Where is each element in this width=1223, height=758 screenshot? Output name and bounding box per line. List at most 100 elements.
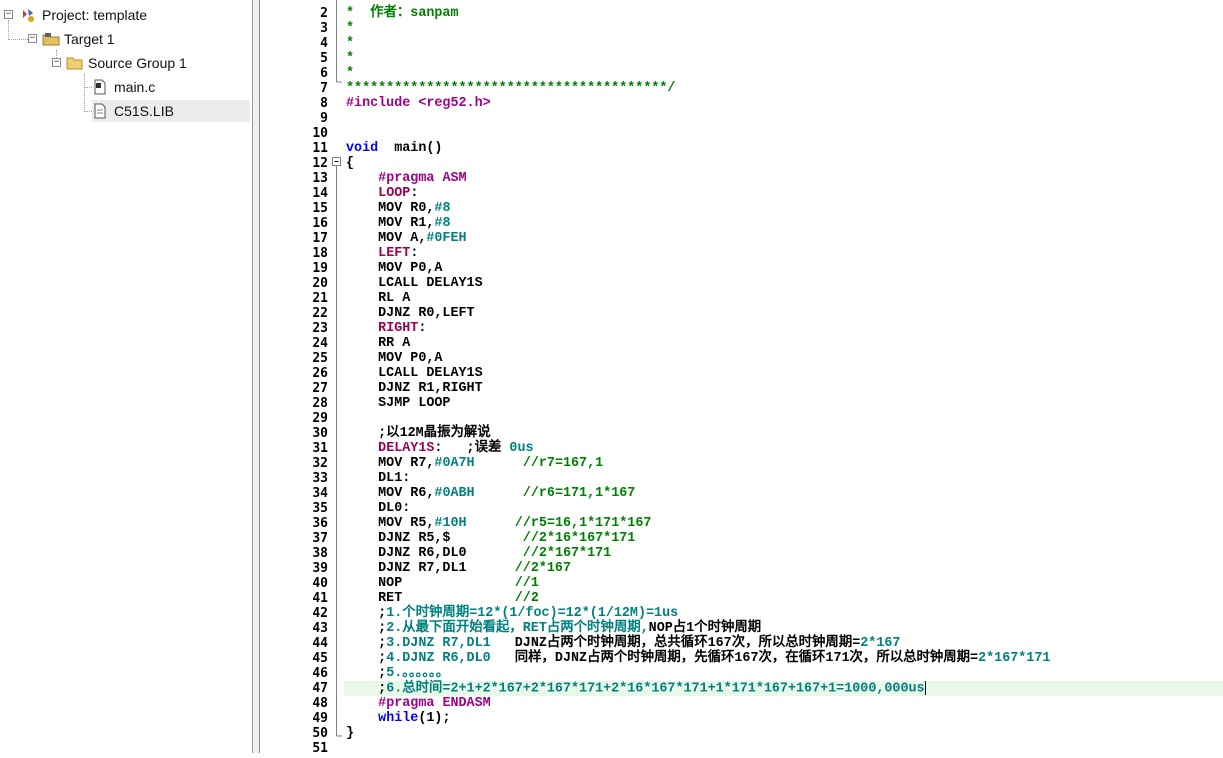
code-line[interactable]: #pragma ASM [346, 171, 466, 186]
collapse-group-toggle[interactable]: − [52, 58, 61, 67]
line-number: 5 [320, 51, 328, 66]
code-token: 5.。。。。。。 [386, 666, 450, 681]
code-line[interactable]: SJMP LOOP [346, 396, 450, 411]
code-token: //2*167 [514, 561, 571, 576]
line-number: 33 [312, 471, 328, 486]
code-line[interactable]: * [346, 66, 354, 81]
code-token: LCALL DELAY1S [346, 366, 483, 381]
code-line[interactable]: ;3.DJNZ R7,DL1 DJNZ占两个时钟周期，总共循环167次，所以总时… [346, 636, 900, 651]
code-token: { [346, 156, 355, 171]
code-line[interactable]: * [346, 21, 354, 36]
code-line[interactable]: MOV R6,#0ABH //r6=171,1*167 [346, 486, 635, 501]
code-line[interactable]: ;1.个时钟周期=12*(1/foc)=12*(1/12M)=1us [346, 606, 678, 621]
code-line[interactable]: ;以12M晶振为解说 [346, 426, 491, 441]
code-token: DL0: [346, 501, 411, 516]
tree-file-main-c[interactable]: main.c [92, 76, 155, 98]
code-line[interactable]: RET //2 [346, 591, 539, 606]
line-number: 51 [312, 741, 328, 756]
line-number: 35 [312, 501, 328, 516]
code-line[interactable]: * 作者：sanpam [346, 6, 459, 21]
text-caret [924, 681, 926, 695]
code-line[interactable]: DL0: [346, 501, 410, 516]
code-line[interactable]: MOV R1,#8 [346, 216, 450, 231]
code-token: ; [346, 681, 387, 697]
current-code-line[interactable]: ;6.总时间=2+1+2*167+2*167*171+2*16*167*171+… [344, 681, 1223, 697]
code-token: RIGHT [378, 321, 419, 336]
line-number: 32 [312, 456, 328, 471]
line-number: 7 [320, 81, 328, 96]
line-number: 18 [312, 246, 328, 261]
line-number: 29 [312, 411, 328, 426]
code-line[interactable]: } [346, 726, 354, 741]
code-line[interactable]: DL1: [346, 471, 410, 486]
project-icon [20, 7, 36, 23]
code-token: void [346, 141, 379, 156]
code-token: //2*16*167*171 [522, 531, 636, 546]
code-token: #8 [434, 201, 451, 216]
tree-project[interactable]: Project: template [20, 4, 147, 26]
code-token: #10H [434, 516, 467, 531]
code-line[interactable]: void main() [346, 141, 442, 156]
tree-file-c51s-lib[interactable]: C51S.LIB [92, 100, 250, 122]
line-number: 28 [312, 396, 328, 411]
target-folder-icon [42, 31, 60, 47]
code-line[interactable]: MOV R0,#8 [346, 201, 450, 216]
code-line[interactable]: MOV P0,A [346, 261, 442, 276]
code-line[interactable]: MOV A,#0FEH [346, 231, 466, 246]
code-line[interactable]: while(1); [346, 711, 450, 726]
code-line[interactable]: ;5.。。。。。。 [346, 666, 449, 681]
code-token: MOV A, [346, 231, 427, 246]
code-line[interactable]: ****************************************… [346, 81, 675, 96]
collapse-project-toggle[interactable]: − [4, 10, 13, 19]
code-line[interactable]: DJNZ R1,RIGHT [346, 381, 482, 396]
code-line[interactable]: DJNZ R5,$ //2*16*167*171 [346, 531, 635, 546]
code-token: //r5=16,1*171*167 [514, 516, 652, 531]
code-line[interactable]: MOV R5,#10H //r5=16,1*171*167 [346, 516, 651, 531]
code-token: * [346, 51, 355, 66]
code-line[interactable]: RR A [346, 336, 410, 351]
code-line[interactable]: DJNZ R7,DL1 //2*167 [346, 561, 571, 576]
code-token: 4.DJNZ R6,DL0 [386, 651, 491, 666]
line-number: 26 [312, 366, 328, 381]
code-line[interactable]: LEFT: [346, 246, 418, 261]
code-token: ;以12M晶振为解说 [346, 426, 491, 441]
code-token: 1.个时钟周期=12*(1/foc)=12*(1/12M)=1us [386, 606, 679, 621]
code-area[interactable]: * 作者：sanpam * * * * *************************… [344, 0, 1223, 753]
tree-target[interactable]: Target 1 [42, 28, 115, 50]
code-line[interactable]: RL A [346, 291, 410, 306]
code-token: DJNZ R7,DL1 [346, 561, 515, 576]
code-token: : [418, 321, 427, 336]
code-line[interactable]: LCALL DELAY1S [346, 366, 483, 381]
code-token: DJNZ占两个时钟周期，总共循环167次，所以总时钟周期= [490, 636, 861, 651]
source-group-label: Source Group 1 [88, 55, 187, 71]
code-line[interactable]: NOP //1 [346, 576, 539, 591]
code-line[interactable]: DJNZ R6,DL0 //2*167*171 [346, 546, 611, 561]
code-token: 2*167 [860, 636, 901, 651]
code-line[interactable]: { [346, 156, 354, 171]
code-line[interactable]: ;4.DJNZ R6,DL0 同样，DJNZ占两个时钟周期，先循环167次，在循… [346, 651, 1050, 666]
code-token: RL A [346, 291, 411, 306]
code-line[interactable]: #pragma ENDASM [346, 696, 491, 711]
line-number-gutter: 2 3 4 5 6 7 8 9 10 11 12 13 14 15 16 17 18 19 20 21 22 23 24 25… [260, 0, 330, 756]
code-editor[interactable]: 2 3 4 5 6 7 8 9 10 11 12 13 14 15 16 17 18 19 20 21 22 23 24 25… [259, 0, 1223, 756]
code-token: MOV R5, [346, 516, 435, 531]
code-line[interactable]: #include <reg52.h> [346, 96, 491, 111]
code-line[interactable]: RIGHT: [346, 321, 426, 336]
code-line[interactable]: LCALL DELAY1S [346, 276, 482, 291]
tree-source-group[interactable]: Source Group 1 [66, 52, 187, 74]
code-token: #pragma ENDASM [378, 696, 491, 711]
code-line[interactable]: LOOP: [346, 186, 418, 201]
code-line[interactable]: MOV P0,A [346, 351, 442, 366]
line-number: 36 [312, 516, 328, 531]
code-token: while [378, 711, 419, 726]
code-line[interactable]: ;2.从最下面开始看起，RET占两个时钟周期,NOP占1个时钟周期 [346, 621, 761, 636]
line-number: 15 [312, 201, 328, 216]
collapse-target-toggle[interactable]: − [28, 34, 37, 43]
code-line[interactable]: * [346, 36, 354, 51]
code-line[interactable]: * [346, 51, 354, 66]
code-line[interactable]: MOV R7,#0A7H //r7=167,1 [346, 456, 603, 471]
code-line[interactable]: DJNZ R0,LEFT [346, 306, 474, 321]
code-token: DJNZ R5,$ [346, 531, 523, 546]
code-line[interactable]: DELAY1S: ;误差 0us [346, 441, 533, 456]
